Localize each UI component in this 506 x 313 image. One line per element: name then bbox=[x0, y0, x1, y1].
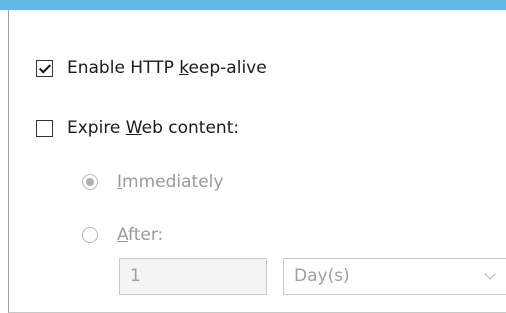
immediately-row[interactable]: Immediately bbox=[82, 172, 223, 192]
keep-alive-checkbox[interactable] bbox=[36, 59, 53, 77]
after-label: After: bbox=[117, 225, 164, 245]
keep-alive-row[interactable]: Enable HTTP keep-alive bbox=[36, 58, 267, 78]
immediately-label: Immediately bbox=[117, 172, 224, 192]
expire-content-row[interactable]: Expire Web content: bbox=[36, 118, 239, 138]
after-row[interactable]: After: bbox=[82, 225, 163, 245]
after-value-input[interactable]: 1 bbox=[119, 258, 267, 295]
after-unit-select[interactable]: Day(s) bbox=[283, 258, 506, 295]
immediately-radio[interactable] bbox=[82, 174, 98, 190]
after-unit-value: Day(s) bbox=[294, 266, 350, 286]
title-bar-strip bbox=[0, 0, 506, 10]
expire-content-label: Expire Web content: bbox=[67, 118, 240, 138]
after-radio[interactable] bbox=[82, 227, 98, 243]
expire-content-checkbox[interactable] bbox=[36, 119, 53, 137]
keep-alive-label: Enable HTTP keep-alive bbox=[67, 58, 267, 78]
chevron-down-icon bbox=[484, 268, 496, 280]
